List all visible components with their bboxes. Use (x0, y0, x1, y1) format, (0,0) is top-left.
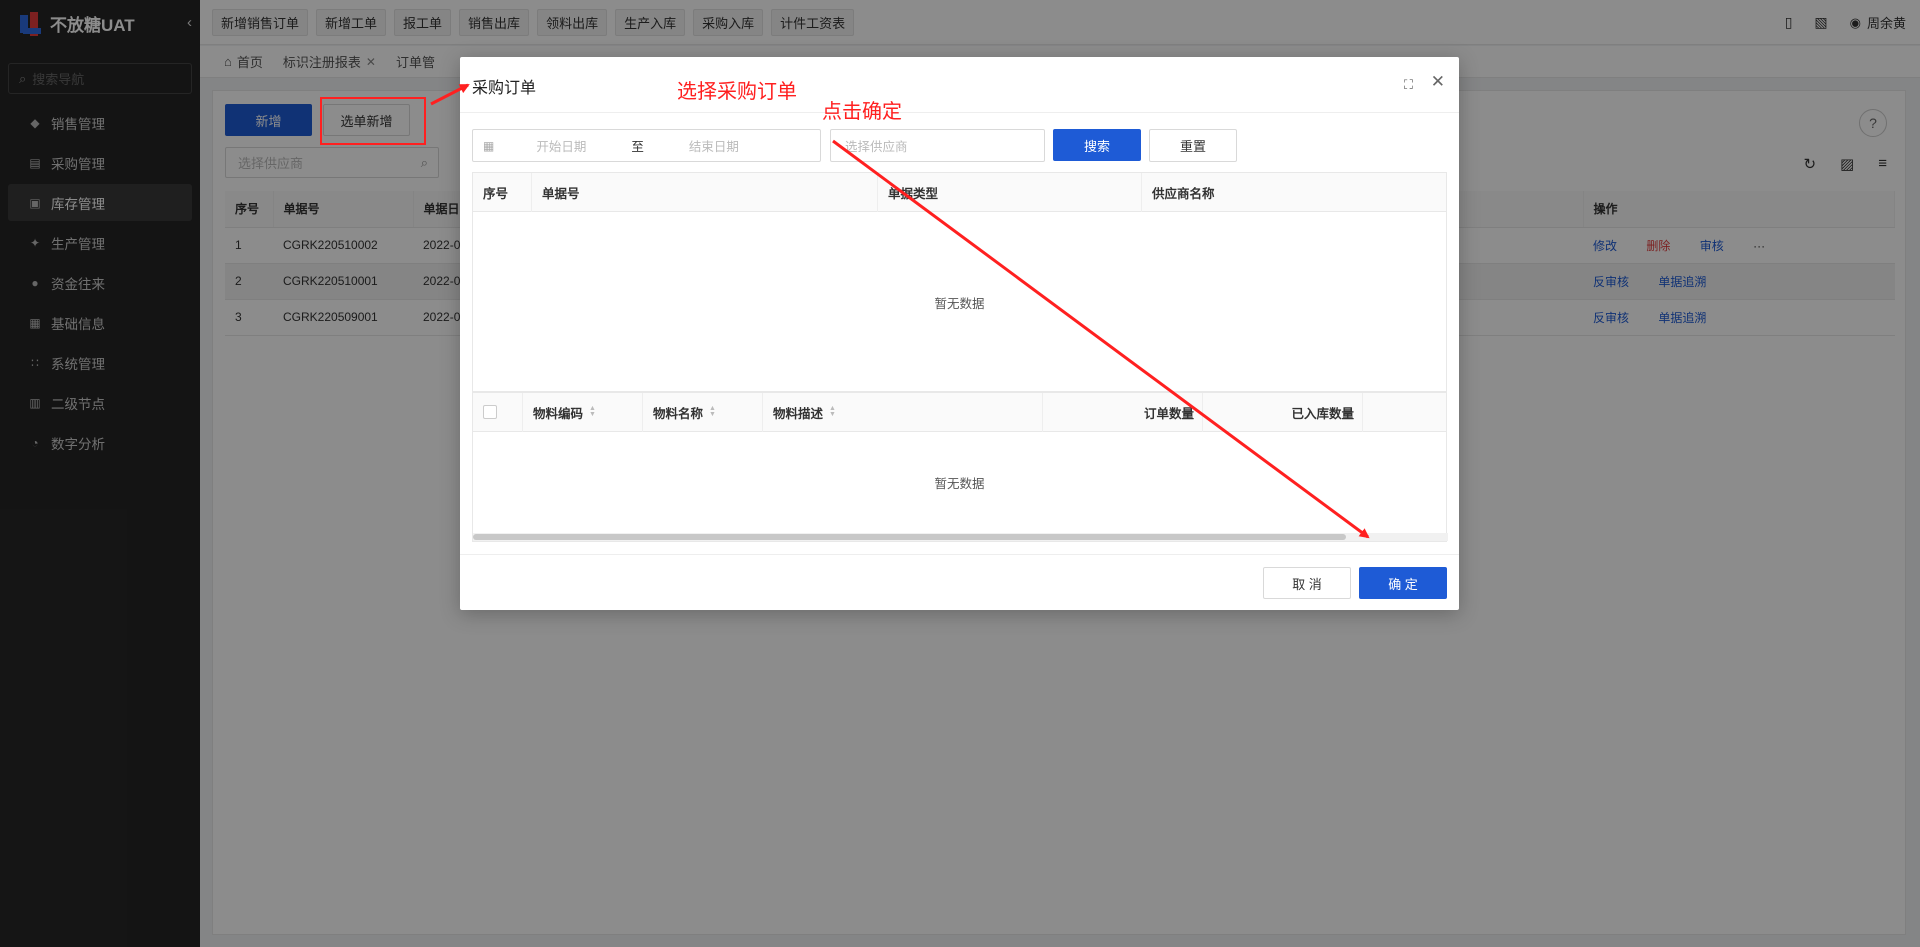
sort-icon: ▲ ▼ (829, 405, 836, 418)
order-table-header: 序号 单据号 单据类型 供应商名称 (473, 172, 1446, 212)
annotation-select-order: 选择采购订单 (677, 79, 797, 103)
cancel-button[interactable]: 取 消 (1263, 567, 1351, 599)
column-header: 单据类型 (878, 172, 1142, 212)
column-header-material-code[interactable]: 物料编码 ▲ ▼ (523, 392, 643, 432)
column-header-order-qty: 订单数量 (1043, 392, 1203, 432)
start-date-placeholder: 开始日期 (536, 140, 587, 154)
calendar-icon: ▦ (483, 138, 495, 153)
order-table: 序号 单据号 单据类型 供应商名称 暂无数据 (472, 172, 1447, 392)
checkbox-icon (483, 405, 497, 419)
purchase-order-modal: 采购订单 ⛶ ✕ ▦ 开始日期 至 结束日期 选择供应商 搜索 重置 序号 单据… (460, 57, 1459, 610)
modal-footer: 取 消 确 定 (460, 554, 1459, 610)
column-label: 物料编码 (533, 406, 584, 421)
modal-title: 采购订单 (472, 80, 537, 97)
supplier-placeholder: 选择供应商 (845, 140, 908, 154)
detail-table-header: 物料编码 ▲ ▼ 物料名称 ▲ ▼ 物料描述 ▲ ▼ 订单数量 已入库数量 (473, 392, 1446, 432)
annotation-click-ok: 点击确定 (822, 99, 902, 123)
column-spacer (1363, 393, 1446, 432)
select-all-checkbox[interactable] (473, 392, 523, 432)
column-header-received-qty: 已入库数量 (1203, 392, 1363, 432)
scrollbar-thumb[interactable] (473, 534, 1346, 540)
column-label: 物料描述 (773, 406, 824, 421)
reset-button[interactable]: 重置 (1149, 129, 1237, 162)
column-header: 供应商名称 (1152, 186, 1215, 201)
column-header-material-name[interactable]: 物料名称 ▲ ▼ (643, 392, 763, 432)
column-header: 单据号 (532, 172, 878, 212)
horizontal-scrollbar[interactable] (473, 533, 1448, 541)
date-range-picker[interactable]: ▦ 开始日期 至 结束日期 (472, 129, 821, 162)
modal-supplier-select[interactable]: 选择供应商 (830, 129, 1045, 162)
confirm-button[interactable]: 确 定 (1359, 567, 1447, 599)
range-separator: 至 (631, 140, 644, 154)
column-header: 序号 (473, 172, 532, 212)
sort-icon: ▲ ▼ (709, 405, 716, 418)
search-button[interactable]: 搜索 (1053, 129, 1141, 161)
column-header-material-desc[interactable]: 物料描述 ▲ ▼ (763, 392, 1043, 432)
column-label: 物料名称 (653, 406, 704, 421)
sort-icon: ▲ ▼ (589, 405, 596, 418)
detail-table: 物料编码 ▲ ▼ 物料名称 ▲ ▼ 物料描述 ▲ ▼ 订单数量 已入库数量 暂无数据 (472, 392, 1448, 542)
fullscreen-icon[interactable]: ⛶ (1404, 77, 1413, 93)
annotation-highlight-box (320, 97, 426, 145)
modal-header: 采购订单 ⛶ ✕ (460, 57, 1459, 113)
empty-state: 暂无数据 (934, 296, 985, 311)
end-date-placeholder: 结束日期 (688, 140, 739, 154)
empty-state: 暂无数据 (934, 476, 985, 491)
close-icon[interactable]: ✕ (1431, 72, 1445, 92)
